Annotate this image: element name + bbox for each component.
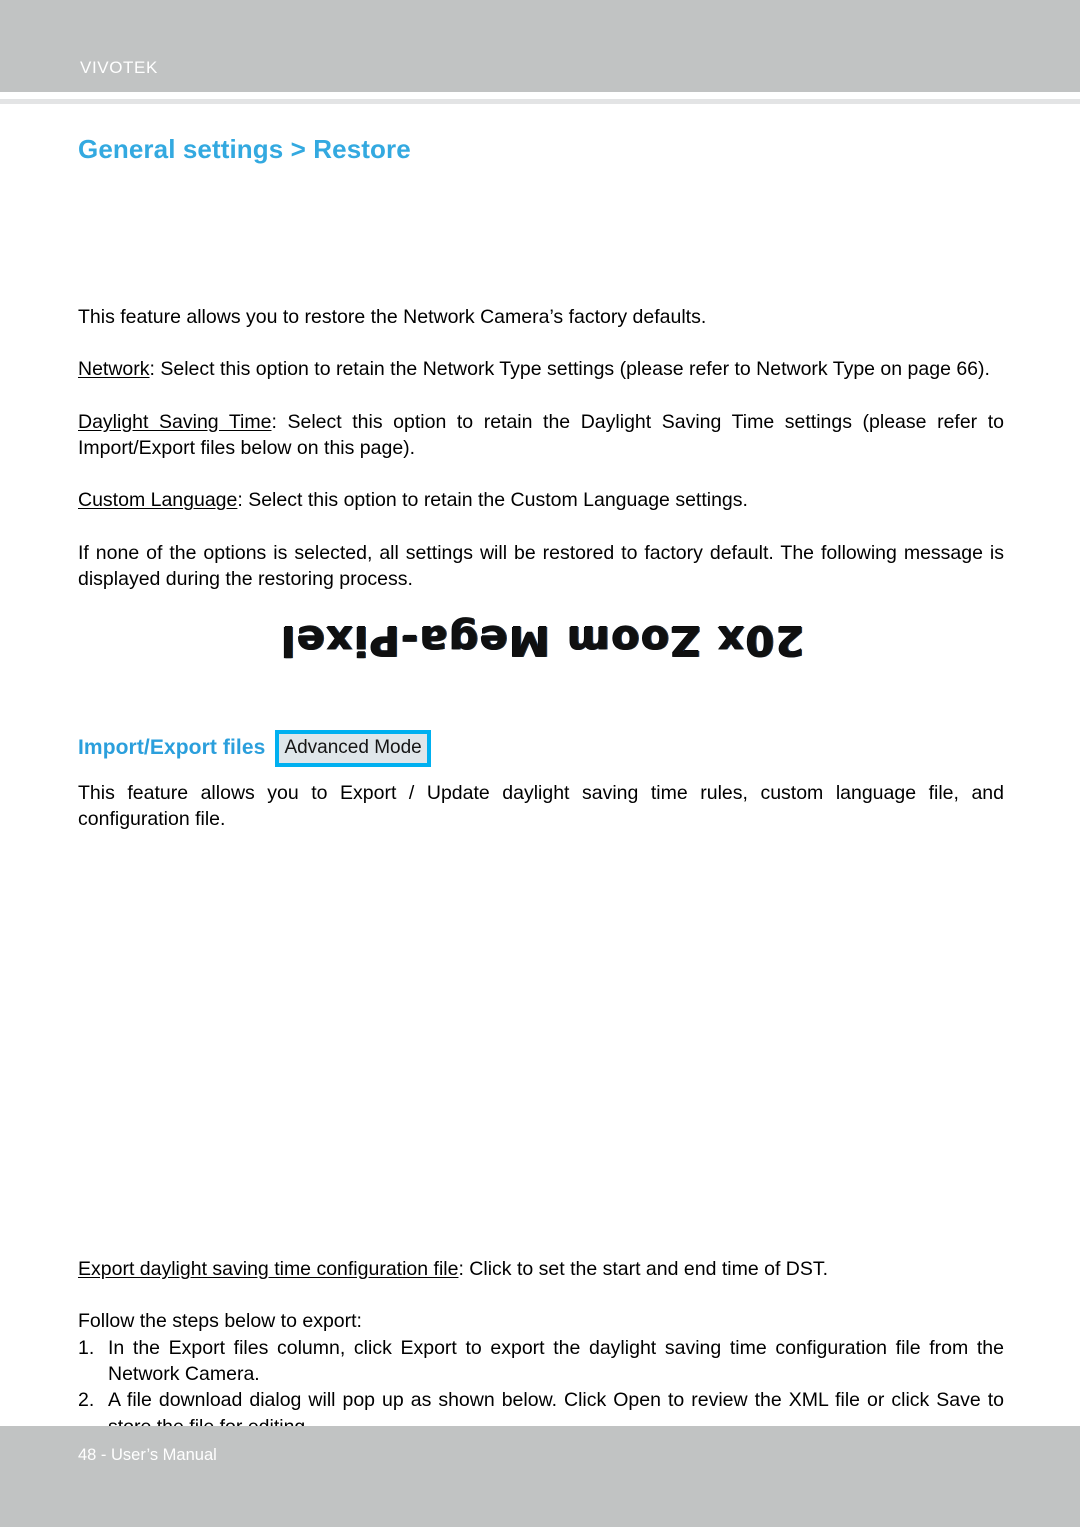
- import-export-description-text: This feature allows you to Export / Upda…: [78, 782, 1004, 831]
- footer-page-label: 48 - User’s Manual: [78, 1446, 217, 1464]
- paragraph-network: Network: Select this option to retain th…: [78, 356, 1004, 382]
- banner-rotated-text: 20x Zoom Mega-Pixel: [280, 617, 805, 665]
- intro-text-block: This feature allows you to restore the N…: [78, 304, 1004, 592]
- import-export-description-block: This feature allows you to Export / Upda…: [78, 780, 1004, 833]
- follow-steps-text: Follow the steps below to export:: [78, 1310, 362, 1333]
- paragraph-export-dst-config: Export daylight saving time configuratio…: [78, 1256, 1004, 1282]
- list-item: 1. In the Export files column, click Expo…: [78, 1335, 1004, 1388]
- network-description: : Select this option to retain the Netwo…: [149, 358, 990, 381]
- export-dst-config-term: Export daylight saving time configuratio…: [78, 1258, 459, 1280]
- step-number: 1.: [78, 1336, 95, 1359]
- paragraph-intro: This feature allows you to restore the N…: [78, 304, 1004, 330]
- paragraph-none-selected: If none of the options is selected, all …: [78, 540, 1004, 593]
- step-number: 2.: [78, 1389, 95, 1412]
- network-term: Network: [78, 358, 150, 381]
- intro-sentence: This feature allows you to restore the N…: [78, 306, 707, 328]
- export-dst-config-description: : Click to set the start and end time of…: [458, 1258, 829, 1280]
- custom-language-term: Custom Language: [78, 489, 238, 512]
- paragraph-daylight-saving-time: Daylight Saving Time: Select this option…: [78, 409, 1004, 462]
- brand-logo-text: VIVOTEK: [80, 58, 158, 77]
- daylight-saving-time-term: Daylight Saving Time: [78, 410, 272, 433]
- advanced-mode-badge[interactable]: Advanced Mode: [275, 729, 431, 767]
- page-header-band: VIVOTEK: [0, 0, 1080, 92]
- paragraph-import-export-description: This feature allows you to Export / Upda…: [78, 780, 1004, 833]
- import-export-section-header: Import/Export files Advanced Mode: [78, 729, 431, 767]
- page-content-area: General settings > Restore This feature …: [0, 104, 1080, 1438]
- restore-message-screenshot: 20x Zoom Mega-Pixel: [78, 609, 1004, 704]
- export-instructions-block: Export daylight saving time configuratio…: [78, 1256, 1004, 1440]
- paragraph-custom-language: Custom Language: Select this option to r…: [78, 487, 1004, 513]
- paragraph-follow-steps: Follow the steps below to export:: [78, 1308, 1004, 1334]
- none-selected-text: If none of the options is selected, all …: [78, 541, 1004, 590]
- page-footer-band: 48 - User’s Manual: [0, 1426, 1080, 1527]
- custom-language-description: : Select this option to retain the Custo…: [237, 489, 748, 512]
- import-export-heading: Import/Export files: [78, 736, 266, 759]
- step-text: In the Export files column, click Export…: [108, 1336, 1004, 1385]
- page-title: General settings > Restore: [78, 134, 411, 164]
- export-steps-list: 1. In the Export files column, click Expo…: [78, 1335, 1004, 1440]
